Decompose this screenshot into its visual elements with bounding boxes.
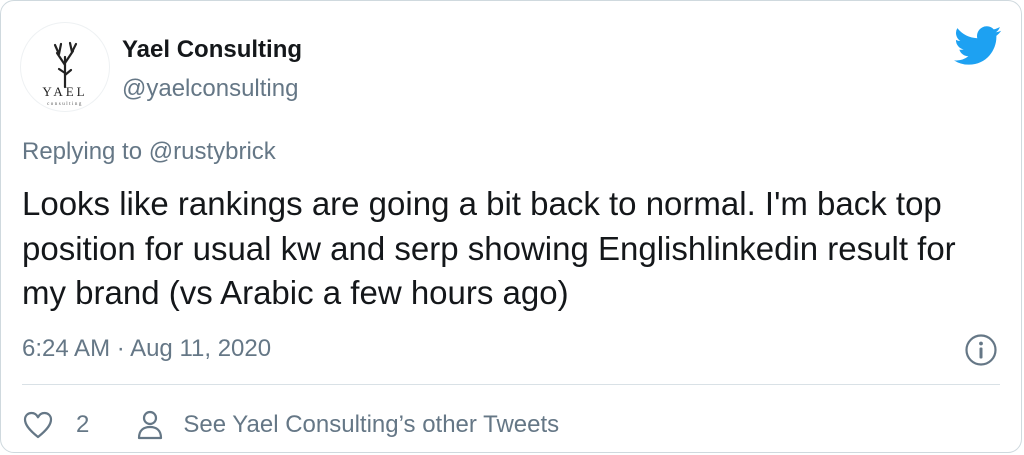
tweet-text: Looks like rankings are going a bit back… [22, 185, 956, 311]
meta-separator: · [116, 335, 125, 362]
tweet-time: 6:24 AM [22, 335, 111, 362]
see-other-tweets-label: See Yael Consulting’s other Tweets [183, 411, 560, 438]
avatar[interactable]: YAEL consulting [21, 23, 109, 111]
twitter-bird-icon[interactable] [954, 25, 1002, 67]
tweet-timestamp-link[interactable]: 6:24 AM · Aug 11, 2020 [22, 335, 271, 363]
tweet-actions: 2 See Yael Consulting’s other Tweets [22, 405, 559, 445]
person-icon [138, 410, 163, 440]
like-count[interactable]: 2 [76, 411, 89, 439]
replying-to: Replying to @rustybrick [22, 138, 276, 166]
replying-to-label: Replying to [22, 138, 143, 165]
tweet-date: Aug 11, 2020 [130, 335, 272, 362]
see-other-tweets-link[interactable]: See Yael Consulting’s other Tweets [137, 409, 559, 441]
avatar-logo-text: YAEL [42, 84, 87, 99]
author-handle[interactable]: @yaelconsulting [122, 75, 298, 103]
heart-icon[interactable] [22, 409, 54, 441]
reply-mention-link[interactable]: @rustybrick [149, 138, 276, 165]
author-name[interactable]: Yael Consulting [122, 36, 302, 64]
embedded-tweet-card: YAEL consulting Yael Consulting @yaelcon… [0, 0, 1022, 453]
divider [22, 384, 1000, 385]
info-icon[interactable] [964, 333, 998, 367]
avatar-logo-subtext: consulting [47, 102, 83, 107]
yael-logo: YAEL consulting [42, 41, 87, 107]
